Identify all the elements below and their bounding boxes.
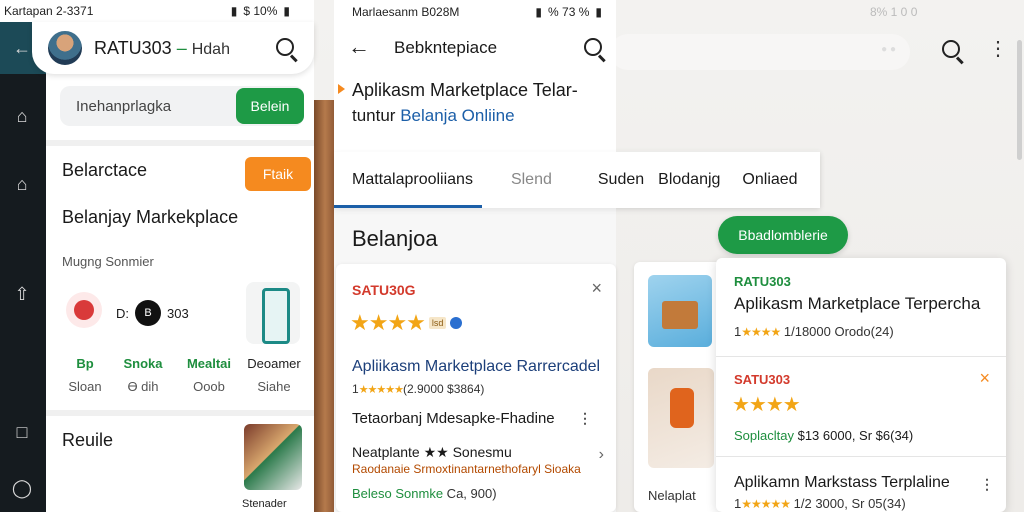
card-title[interactable]: Aplikasm Marketplace Terpercha bbox=[734, 294, 980, 314]
section-note: Mugng Sonmier bbox=[62, 254, 154, 269]
floating-action-button[interactable]: Bbadlomblerie bbox=[718, 216, 848, 254]
hero-banner: Aplikasm Marketplace Telar- tuntur Belan… bbox=[334, 72, 616, 152]
category-item[interactable]: Mealtai Ooob bbox=[180, 356, 238, 394]
background-search-icon[interactable] bbox=[942, 40, 960, 58]
divider bbox=[716, 456, 1006, 457]
hero-subline: tuntur Belanja Onliine bbox=[352, 106, 515, 125]
notification-icon: ▮ bbox=[230, 4, 238, 18]
background-status-text: 8% 1 0 0 bbox=[870, 5, 918, 19]
section-subtitle: Belanjay Markekplace bbox=[62, 207, 239, 227]
close-icon[interactable]: × bbox=[979, 368, 990, 389]
message-icon[interactable]: □ bbox=[10, 420, 34, 444]
app-title: RATU303 – Hdah bbox=[94, 38, 230, 58]
tab-bar: Mattalaprooliians Slend Suden Blodanjg O… bbox=[334, 152, 820, 208]
shopping-bag-image[interactable] bbox=[648, 368, 714, 468]
close-icon[interactable]: × bbox=[591, 278, 602, 299]
background-more-icon[interactable]: ⋮ bbox=[988, 36, 1008, 61]
status-bar: Marlaesanm B028M ▮ % 73 % ▮ bbox=[334, 0, 616, 24]
search-icon[interactable] bbox=[276, 38, 294, 56]
product-card[interactable]: SATU30G × ★★★★ lsd Apliikasm Marketplace… bbox=[336, 264, 616, 512]
back-arrow-icon[interactable]: ← bbox=[10, 36, 34, 60]
feature-icon[interactable] bbox=[60, 286, 108, 334]
category-item[interactable]: Snoka Ɵ dih bbox=[116, 356, 170, 394]
home-icon[interactable]: ⌂ bbox=[10, 104, 34, 128]
hero-headline: Aplikasm Marketplace Telar- bbox=[352, 80, 578, 100]
tab-blodanjg[interactable]: Blodanjg bbox=[658, 171, 720, 189]
card-title[interactable]: Aplikamn Markstass Terplaline bbox=[734, 474, 950, 492]
list-item-desc: Raodanaie Srmoxtinantarnethofaryl Sioaka bbox=[352, 462, 581, 476]
card-brand: SATU30G bbox=[352, 282, 416, 298]
divider bbox=[46, 140, 314, 146]
background-scrollbar[interactable] bbox=[1017, 40, 1022, 160]
battery-icon: ▮ bbox=[595, 5, 602, 19]
search-input[interactable]: Inehanprlagka Belein bbox=[60, 86, 304, 126]
share-icon[interactable]: ⇧ bbox=[10, 282, 34, 306]
battery-icon: ▮ bbox=[283, 4, 290, 18]
more-icon[interactable]: ⋮ bbox=[578, 410, 592, 427]
house-icon[interactable]: ⌂ bbox=[10, 172, 34, 196]
avatar[interactable] bbox=[46, 29, 84, 67]
card-rating: 1★★★★★(2.9000 $3864) bbox=[352, 382, 485, 396]
phone-icon[interactable] bbox=[246, 282, 300, 344]
list-item-price: Beleso Sonmke Ca, 900) bbox=[352, 486, 497, 501]
footer-title: Reuile bbox=[62, 430, 114, 450]
more-icon[interactable]: ⋮ bbox=[980, 476, 994, 493]
tab-mattalaprooliians[interactable]: Mattalaprooliians bbox=[352, 171, 473, 189]
power-icon[interactable]: ◯ bbox=[10, 476, 34, 500]
background-search-bar[interactable]: ● ● bbox=[610, 34, 910, 70]
background-wood-edge bbox=[314, 100, 336, 512]
tab-suden[interactable]: Suden bbox=[598, 171, 644, 189]
battery-text: $ 10% bbox=[243, 4, 278, 18]
bullet-icon bbox=[338, 84, 345, 94]
feature-badge: B bbox=[135, 300, 161, 326]
app-bar: ← Bebkntepiace bbox=[334, 24, 616, 72]
rating-stars: ★★★★ lsd bbox=[350, 310, 463, 336]
product-thumbnail[interactable] bbox=[244, 424, 302, 490]
status-text: Marlaesanm B028M bbox=[352, 5, 460, 19]
device-side-strip: ← ⌂ ⌂ ⇧ □ ◯ bbox=[0, 0, 46, 512]
card-brand: SATU303 bbox=[734, 372, 791, 387]
card-rating: 1★★★★ 1/18000 Orodo(24) bbox=[734, 324, 894, 339]
feature-row[interactable]: D: B 303 bbox=[116, 300, 189, 326]
back-arrow-icon[interactable]: ← bbox=[348, 34, 370, 60]
status-bar: Kartapan 2-3371 ▮ $ 10% ▮ bbox=[0, 0, 314, 22]
app-title: Bebkntepiace bbox=[394, 38, 498, 57]
divider bbox=[46, 410, 314, 416]
category-item[interactable]: Bp Sloan bbox=[60, 356, 110, 394]
rating-stars: ★★★★ bbox=[732, 394, 801, 416]
search-button[interactable]: Belein bbox=[236, 88, 304, 124]
action-button[interactable]: Ftaik bbox=[245, 157, 311, 191]
tab-slend[interactable]: Slend bbox=[511, 171, 552, 189]
divider bbox=[716, 356, 1006, 357]
thumbnail-caption: Stenader bbox=[242, 498, 287, 510]
section-title: Belanjoa bbox=[352, 226, 438, 251]
background-status-bar: 8% 1 0 0 bbox=[840, 0, 1024, 24]
status-text: Kartapan 2-3371 bbox=[4, 4, 94, 18]
card-title[interactable]: Apliikasm Marketplace Rarrercadel bbox=[352, 358, 600, 376]
category-item[interactable]: Deoamer Siahe bbox=[242, 356, 306, 394]
app-bar: RATU303 – Hdah bbox=[32, 22, 314, 74]
verified-icon bbox=[450, 317, 463, 329]
product-list-panel: RATU303 Aplikasm Marketplace Terpercha 1… bbox=[716, 258, 1006, 512]
chevron-right-icon[interactable]: › bbox=[599, 446, 604, 464]
active-tab-indicator bbox=[334, 205, 482, 208]
tab-onliaed[interactable]: Onliaed bbox=[742, 171, 797, 189]
card-tag: lsd bbox=[428, 317, 447, 329]
cart-image[interactable] bbox=[648, 275, 712, 347]
card-brand: RATU303 bbox=[734, 274, 791, 289]
screen-1: Kartapan 2-3371 ▮ $ 10% ▮ RATU303 – Hdah… bbox=[0, 0, 314, 512]
signal-icon: ▮ bbox=[535, 5, 543, 19]
section-title: Belarctace bbox=[62, 160, 148, 180]
list-item[interactable]: Tetaorbanj Mdesapke-Fhadine ⋮ bbox=[352, 410, 604, 427]
battery-text: % 73 % bbox=[548, 5, 590, 19]
middle-caption: Nelaplat bbox=[648, 488, 696, 503]
search-placeholder: Inehanprlagka bbox=[76, 98, 172, 115]
card-rating: 1★★★★★ 1/2 3000, Sr 05(34) bbox=[734, 496, 906, 511]
search-icon[interactable] bbox=[584, 38, 602, 56]
list-item-title: Neatplante ★★ Sonesmu bbox=[352, 444, 512, 460]
card-price: Soplacltay $13 6000, Sr $6(34) bbox=[734, 428, 914, 443]
